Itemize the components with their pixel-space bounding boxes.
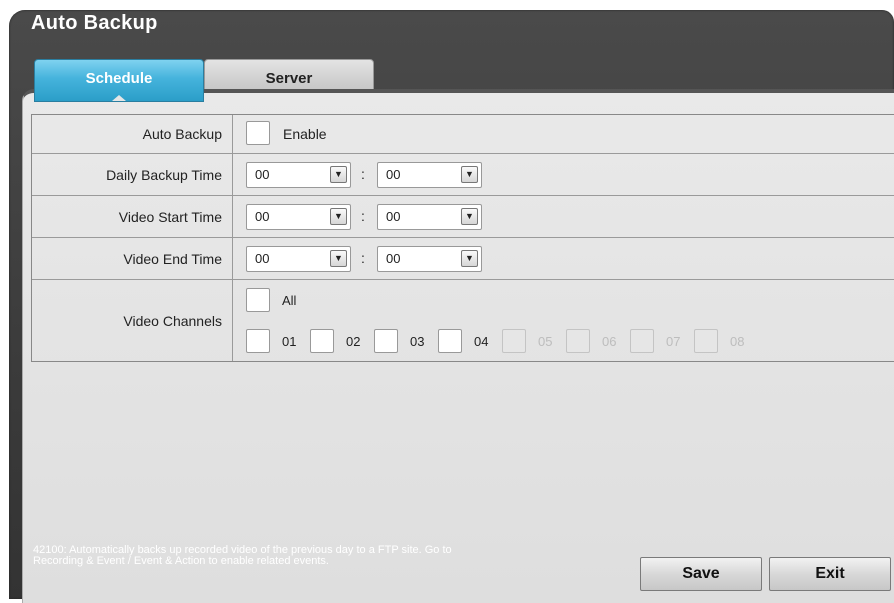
channel-03-label: 03: [410, 334, 425, 349]
video-start-minute-select[interactable]: 00 ▼: [377, 204, 482, 230]
channel-03-checkbox[interactable]: [374, 329, 398, 353]
chevron-down-icon: ▼: [461, 166, 478, 183]
active-tab-pointer: [112, 95, 126, 101]
channel-08-label: 08: [730, 334, 745, 349]
video-start-time-label: Video Start Time: [118, 209, 222, 225]
channel-all-label: All: [282, 293, 297, 308]
row-video-start-time: Video Start Time 00 ▼ : 00 ▼: [32, 196, 894, 238]
channel-all-checkbox[interactable]: [246, 288, 270, 312]
chevron-down-icon: ▼: [330, 166, 347, 183]
video-start-hour-select[interactable]: 00 ▼: [246, 204, 351, 230]
daily-backup-time-label: Daily Backup Time: [106, 167, 222, 183]
channel-07-label: 07: [666, 334, 681, 349]
video-end-time-label: Video End Time: [123, 251, 222, 267]
auto-backup-label: Auto Backup: [142, 126, 222, 142]
time-separator: :: [361, 208, 365, 224]
channel-07-checkbox: [630, 329, 654, 353]
channel-05-checkbox: [502, 329, 526, 353]
channel-01-checkbox[interactable]: [246, 329, 270, 353]
daily-backup-hour-select[interactable]: 00 ▼: [246, 162, 351, 188]
video-end-hour-select[interactable]: 00 ▼: [246, 246, 351, 272]
channel-08-checkbox: [694, 329, 718, 353]
status-help-text: 42100: Automatically backs up recorded v…: [33, 544, 452, 567]
row-daily-backup-time: Daily Backup Time 00 ▼ : 00 ▼: [32, 154, 894, 196]
time-separator: :: [361, 166, 365, 182]
row-video-channels: Video Channels All 01 02 03 04 05 06 07 …: [32, 280, 894, 361]
enable-label: Enable: [283, 126, 327, 142]
chevron-down-icon: ▼: [330, 208, 347, 225]
channel-02-label: 02: [346, 334, 361, 349]
chevron-down-icon: ▼: [461, 250, 478, 267]
daily-backup-minute-select[interactable]: 00 ▼: [377, 162, 482, 188]
channel-05-label: 05: [538, 334, 553, 349]
channel-06-checkbox: [566, 329, 590, 353]
channel-04-checkbox[interactable]: [438, 329, 462, 353]
window-title: Auto Backup: [31, 12, 158, 34]
chevron-down-icon: ▼: [330, 250, 347, 267]
channel-04-label: 04: [474, 334, 489, 349]
channel-06-label: 06: [602, 334, 617, 349]
exit-button[interactable]: Exit: [769, 557, 891, 591]
time-separator: :: [361, 250, 365, 266]
row-auto-backup: Auto Backup Enable: [32, 115, 894, 154]
channel-02-checkbox[interactable]: [310, 329, 334, 353]
video-end-minute-select[interactable]: 00 ▼: [377, 246, 482, 272]
save-button[interactable]: Save: [640, 557, 762, 591]
row-video-end-time: Video End Time 00 ▼ : 00 ▼: [32, 238, 894, 280]
video-channels-label: Video Channels: [123, 313, 222, 329]
auto-backup-enable-checkbox[interactable]: [246, 121, 270, 145]
channel-01-label: 01: [282, 334, 297, 349]
chevron-down-icon: ▼: [461, 208, 478, 225]
settings-table: Auto Backup Enable Daily Backup Time 00 …: [31, 114, 894, 362]
